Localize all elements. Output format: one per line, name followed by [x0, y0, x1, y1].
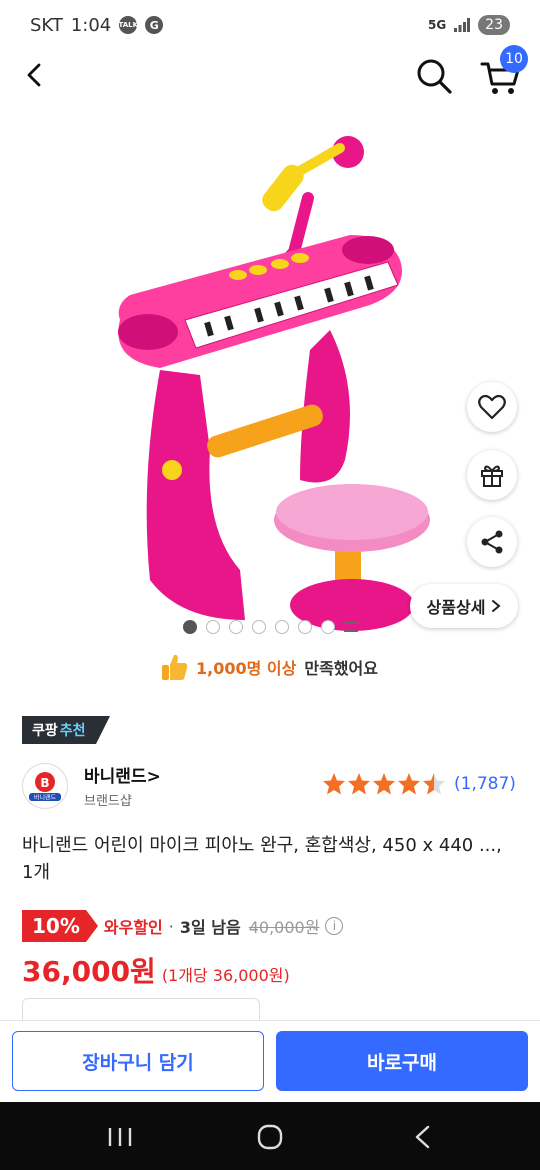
svg-text:B: B — [40, 776, 49, 790]
network-label: 5G — [427, 18, 447, 32]
share-icon — [481, 530, 503, 554]
sale-price: 36,000원 — [22, 955, 156, 988]
carousel-dot[interactable] — [252, 620, 266, 634]
star-rating-icon — [323, 773, 445, 795]
back-icon — [27, 63, 41, 87]
chevron-right-icon: > — [146, 767, 161, 787]
talk-icon: TALK — [118, 16, 138, 34]
carrier-label: SKT — [30, 14, 63, 36]
days-left: 3일 남음 — [179, 918, 241, 937]
gift-icon — [481, 465, 503, 487]
top-header: 10 — [0, 45, 540, 100]
wow-discount-label: 와우할인 — [103, 918, 163, 937]
home-icon — [257, 1124, 283, 1150]
recent-apps-button[interactable] — [100, 1120, 140, 1154]
add-to-cart-button[interactable]: 장바구니 담기 — [12, 1031, 264, 1091]
brand-name: 바니랜드 — [84, 767, 147, 787]
back-button[interactable] — [18, 58, 52, 92]
coupang-recommend-badge: 쿠팡 추천 — [22, 716, 110, 744]
search-button[interactable] — [414, 56, 454, 96]
heart-icon — [478, 394, 506, 420]
status-bar: SKT 1:04 TALK G 5G 23 — [0, 0, 540, 50]
brand-logo[interactable]: B 바니랜드 — [22, 763, 68, 809]
back-nav-button[interactable] — [402, 1120, 442, 1154]
original-price: 40,000원 — [248, 918, 320, 937]
g-icon: G — [145, 16, 164, 34]
product-detail-button[interactable]: 상품상세 — [410, 584, 518, 628]
rating-summary[interactable]: (1,787) — [322, 772, 516, 796]
back-nav-icon — [415, 1125, 430, 1149]
battery-indicator: 23 — [478, 15, 510, 35]
brand-name-link[interactable]: 바니랜드> — [84, 762, 161, 787]
wishlist-button[interactable] — [467, 382, 517, 432]
info-icon[interactable]: i — [325, 917, 344, 935]
carousel-dot[interactable] — [206, 620, 220, 634]
thumbs-up-icon — [162, 654, 188, 680]
brand-logo-image: B 바니랜드 — [29, 772, 61, 802]
discount-row: 10% 와우할인 · 3일 남음 40,000원 i — [22, 910, 344, 942]
price-row: 36,000원 (1개당 36,000원) — [22, 950, 290, 990]
product-title: 바니랜드 어린이 마이크 피아노 완구, 혼합색상, 450 x 440 ...… — [22, 835, 502, 883]
product-image[interactable] — [0, 100, 540, 645]
system-nav-bar — [0, 1102, 540, 1170]
home-button[interactable] — [250, 1120, 290, 1154]
clock: 1:04 — [70, 14, 112, 36]
chevron-right-icon — [492, 600, 501, 612]
svg-text:바니랜드: 바니랜드 — [34, 794, 57, 802]
unit-price: (1개당 36,000원) — [161, 966, 290, 985]
discount-percent: 10% — [22, 910, 86, 942]
brand-shop-label: 브랜드샵 — [84, 794, 132, 809]
separator: · — [168, 916, 174, 936]
recommend-label-1: 쿠팡 — [32, 723, 58, 739]
satisfaction-count: 1,000명 이상 — [196, 659, 297, 678]
bottom-action-bar: 장바구니 담기 바로구매 — [0, 1020, 540, 1102]
satisfaction-text: 만족했어요 — [304, 659, 378, 678]
carousel-dot[interactable] — [321, 620, 335, 634]
carousel-dots — [183, 620, 358, 634]
buy-now-button[interactable]: 바로구매 — [276, 1031, 528, 1091]
carousel-dot[interactable] — [229, 620, 243, 634]
signal-icon — [454, 18, 471, 32]
satisfaction-banner: 1,000명 이상 만족했어요 — [160, 652, 378, 682]
recommend-label-2: 추천 — [59, 723, 86, 739]
gift-button[interactable] — [467, 450, 517, 500]
carousel-dot[interactable] — [183, 620, 197, 634]
carousel-dot[interactable] — [275, 620, 289, 634]
gallery-menu-icon[interactable] — [344, 622, 358, 632]
review-count[interactable]: (1,787) — [454, 774, 516, 794]
share-button[interactable] — [467, 517, 517, 567]
cart-count-badge: 10 — [500, 45, 528, 73]
search-icon — [417, 59, 452, 94]
carousel-dot[interactable] — [298, 620, 312, 634]
product-detail-label: 상품상세 — [426, 598, 486, 617]
recent-apps-icon — [108, 1128, 132, 1146]
